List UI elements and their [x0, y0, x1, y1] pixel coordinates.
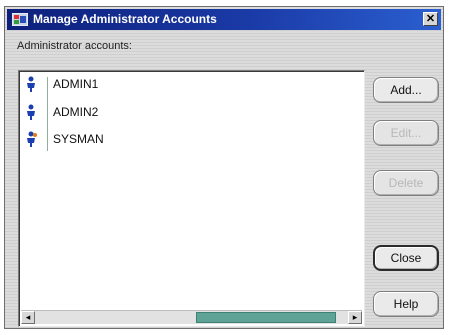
- add-button[interactable]: Add...: [373, 77, 439, 103]
- scroll-right-icon: ▸: [352, 312, 358, 322]
- person-icon: [27, 104, 35, 120]
- scroll-left-button[interactable]: ◂: [21, 311, 35, 324]
- horizontal-scrollbar[interactable]: ◂ ▸: [21, 310, 362, 324]
- window-title: Manage Administrator Accounts: [33, 12, 217, 26]
- scroll-thumb[interactable]: [196, 312, 336, 323]
- admin-accounts-icon: [12, 13, 28, 26]
- scroll-left-icon: ◂: [25, 312, 31, 322]
- dialog-window: Manage Administrator Accounts ✕ Administ…: [4, 6, 444, 329]
- accounts-list[interactable]: ADMIN1 ADMIN2 SYSMAN ◂ ▸: [18, 70, 365, 327]
- person-highlight-icon: [27, 131, 37, 147]
- account-name: ADMIN1: [53, 77, 99, 91]
- account-name: ADMIN2: [53, 105, 99, 119]
- account-name: SYSMAN: [53, 132, 104, 146]
- delete-button[interactable]: Delete: [373, 170, 439, 196]
- help-button[interactable]: Help: [373, 291, 439, 317]
- list-item-sysman[interactable]: SYSMAN: [19, 128, 319, 150]
- close-button[interactable]: Close: [373, 245, 439, 271]
- close-window-button[interactable]: ✕: [423, 12, 438, 26]
- list-item-admin1[interactable]: ADMIN1: [19, 73, 319, 95]
- accounts-label: Administrator accounts:: [17, 40, 132, 52]
- close-icon: ✕: [425, 13, 436, 25]
- title-bar[interactable]: Manage Administrator Accounts ✕: [7, 9, 441, 30]
- person-icon: [27, 76, 35, 92]
- list-item-admin2[interactable]: ADMIN2: [19, 101, 319, 123]
- scroll-right-button[interactable]: ▸: [348, 311, 362, 324]
- edit-button[interactable]: Edit...: [373, 120, 439, 146]
